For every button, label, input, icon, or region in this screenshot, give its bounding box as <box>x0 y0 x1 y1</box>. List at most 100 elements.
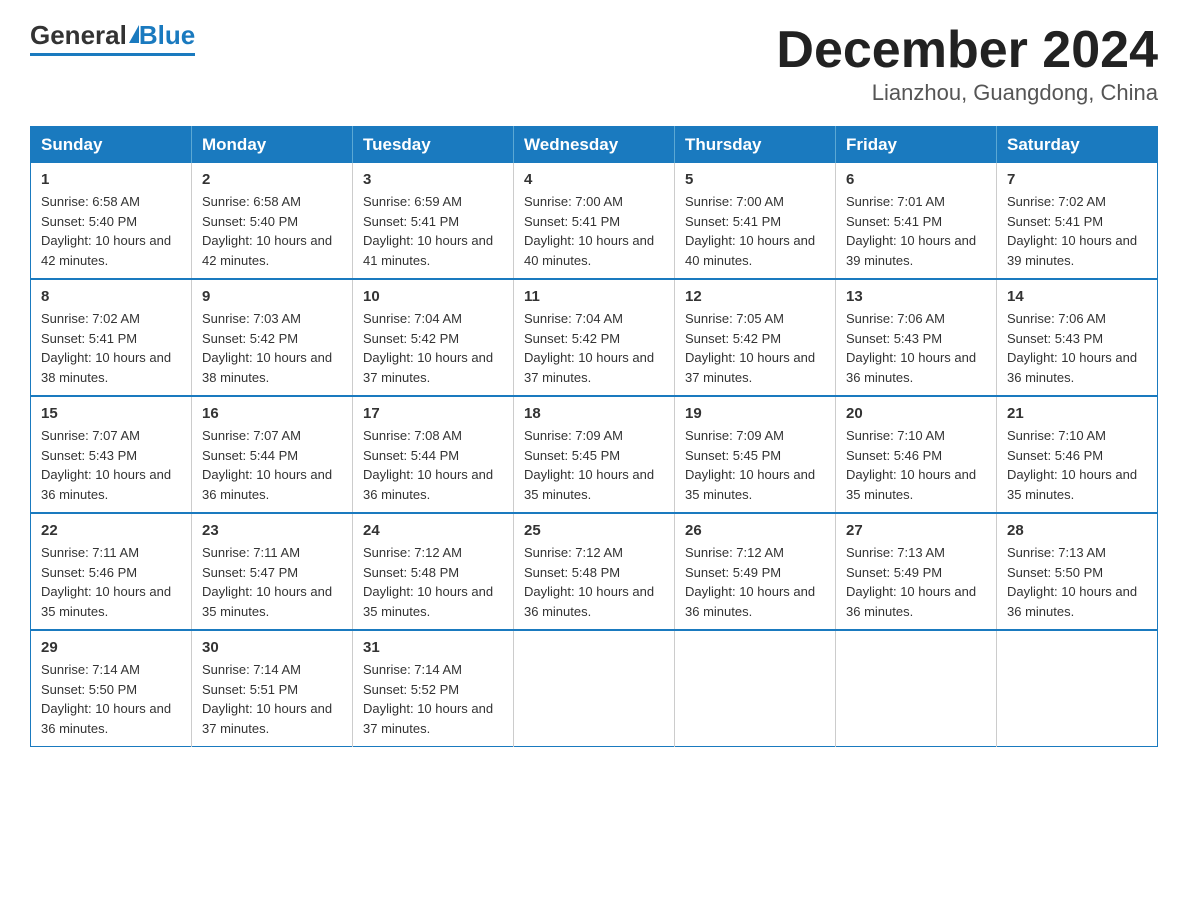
day-info: Sunrise: 7:14 AMSunset: 5:51 PMDaylight:… <box>202 662 332 736</box>
calendar-cell: 20 Sunrise: 7:10 AMSunset: 5:46 PMDaylig… <box>836 396 997 513</box>
day-number: 29 <box>41 639 181 656</box>
day-number: 31 <box>363 639 503 656</box>
calendar-cell: 24 Sunrise: 7:12 AMSunset: 5:48 PMDaylig… <box>353 513 514 630</box>
day-info: Sunrise: 7:08 AMSunset: 5:44 PMDaylight:… <box>363 428 493 502</box>
day-number: 27 <box>846 522 986 539</box>
title-area: December 2024 Lianzhou, Guangdong, China <box>776 20 1158 106</box>
day-number: 25 <box>524 522 664 539</box>
day-info: Sunrise: 6:58 AMSunset: 5:40 PMDaylight:… <box>41 194 171 268</box>
day-header-saturday: Saturday <box>997 127 1158 164</box>
day-number: 13 <box>846 288 986 305</box>
day-number: 30 <box>202 639 342 656</box>
calendar-cell: 23 Sunrise: 7:11 AMSunset: 5:47 PMDaylig… <box>192 513 353 630</box>
day-header-monday: Monday <box>192 127 353 164</box>
day-number: 4 <box>524 171 664 188</box>
calendar-cell: 18 Sunrise: 7:09 AMSunset: 5:45 PMDaylig… <box>514 396 675 513</box>
day-number: 28 <box>1007 522 1147 539</box>
day-info: Sunrise: 7:04 AMSunset: 5:42 PMDaylight:… <box>363 311 493 385</box>
calendar-cell: 6 Sunrise: 7:01 AMSunset: 5:41 PMDayligh… <box>836 163 997 279</box>
calendar-cell: 26 Sunrise: 7:12 AMSunset: 5:49 PMDaylig… <box>675 513 836 630</box>
day-info: Sunrise: 7:03 AMSunset: 5:42 PMDaylight:… <box>202 311 332 385</box>
day-info: Sunrise: 7:10 AMSunset: 5:46 PMDaylight:… <box>1007 428 1137 502</box>
calendar-week-row: 29 Sunrise: 7:14 AMSunset: 5:50 PMDaylig… <box>31 630 1158 747</box>
calendar-cell <box>514 630 675 747</box>
logo-blue-part: Blue <box>127 20 195 51</box>
calendar-cell: 29 Sunrise: 7:14 AMSunset: 5:50 PMDaylig… <box>31 630 192 747</box>
day-number: 16 <box>202 405 342 422</box>
calendar-cell: 13 Sunrise: 7:06 AMSunset: 5:43 PMDaylig… <box>836 279 997 396</box>
day-info: Sunrise: 7:13 AMSunset: 5:49 PMDaylight:… <box>846 545 976 619</box>
calendar-cell: 7 Sunrise: 7:02 AMSunset: 5:41 PMDayligh… <box>997 163 1158 279</box>
calendar-cell: 30 Sunrise: 7:14 AMSunset: 5:51 PMDaylig… <box>192 630 353 747</box>
day-number: 15 <box>41 405 181 422</box>
calendar-subtitle: Lianzhou, Guangdong, China <box>776 80 1158 106</box>
logo: General Blue <box>30 20 195 56</box>
calendar-cell: 2 Sunrise: 6:58 AMSunset: 5:40 PMDayligh… <box>192 163 353 279</box>
day-number: 26 <box>685 522 825 539</box>
calendar-title: December 2024 <box>776 20 1158 80</box>
calendar-table: SundayMondayTuesdayWednesdayThursdayFrid… <box>30 126 1158 747</box>
logo-blue-text: Blue <box>139 20 195 51</box>
calendar-week-row: 1 Sunrise: 6:58 AMSunset: 5:40 PMDayligh… <box>31 163 1158 279</box>
calendar-week-row: 22 Sunrise: 7:11 AMSunset: 5:46 PMDaylig… <box>31 513 1158 630</box>
day-info: Sunrise: 7:13 AMSunset: 5:50 PMDaylight:… <box>1007 545 1137 619</box>
day-info: Sunrise: 6:59 AMSunset: 5:41 PMDaylight:… <box>363 194 493 268</box>
day-number: 14 <box>1007 288 1147 305</box>
calendar-cell: 4 Sunrise: 7:00 AMSunset: 5:41 PMDayligh… <box>514 163 675 279</box>
day-number: 6 <box>846 171 986 188</box>
day-info: Sunrise: 7:05 AMSunset: 5:42 PMDaylight:… <box>685 311 815 385</box>
day-info: Sunrise: 7:00 AMSunset: 5:41 PMDaylight:… <box>685 194 815 268</box>
calendar-cell: 9 Sunrise: 7:03 AMSunset: 5:42 PMDayligh… <box>192 279 353 396</box>
calendar-cell: 27 Sunrise: 7:13 AMSunset: 5:49 PMDaylig… <box>836 513 997 630</box>
day-info: Sunrise: 7:14 AMSunset: 5:52 PMDaylight:… <box>363 662 493 736</box>
day-number: 1 <box>41 171 181 188</box>
calendar-cell: 17 Sunrise: 7:08 AMSunset: 5:44 PMDaylig… <box>353 396 514 513</box>
calendar-cell: 16 Sunrise: 7:07 AMSunset: 5:44 PMDaylig… <box>192 396 353 513</box>
day-info: Sunrise: 7:12 AMSunset: 5:49 PMDaylight:… <box>685 545 815 619</box>
day-number: 18 <box>524 405 664 422</box>
calendar-week-row: 8 Sunrise: 7:02 AMSunset: 5:41 PMDayligh… <box>31 279 1158 396</box>
day-number: 3 <box>363 171 503 188</box>
day-info: Sunrise: 7:12 AMSunset: 5:48 PMDaylight:… <box>524 545 654 619</box>
day-info: Sunrise: 6:58 AMSunset: 5:40 PMDaylight:… <box>202 194 332 268</box>
day-info: Sunrise: 7:07 AMSunset: 5:43 PMDaylight:… <box>41 428 171 502</box>
calendar-cell: 8 Sunrise: 7:02 AMSunset: 5:41 PMDayligh… <box>31 279 192 396</box>
calendar-cell <box>997 630 1158 747</box>
day-info: Sunrise: 7:07 AMSunset: 5:44 PMDaylight:… <box>202 428 332 502</box>
day-number: 23 <box>202 522 342 539</box>
logo-triangle-icon <box>129 25 139 43</box>
day-number: 17 <box>363 405 503 422</box>
day-number: 22 <box>41 522 181 539</box>
day-info: Sunrise: 7:14 AMSunset: 5:50 PMDaylight:… <box>41 662 171 736</box>
calendar-cell: 1 Sunrise: 6:58 AMSunset: 5:40 PMDayligh… <box>31 163 192 279</box>
day-number: 2 <box>202 171 342 188</box>
calendar-week-row: 15 Sunrise: 7:07 AMSunset: 5:43 PMDaylig… <box>31 396 1158 513</box>
day-info: Sunrise: 7:11 AMSunset: 5:47 PMDaylight:… <box>202 545 332 619</box>
day-info: Sunrise: 7:06 AMSunset: 5:43 PMDaylight:… <box>1007 311 1137 385</box>
day-number: 12 <box>685 288 825 305</box>
calendar-cell: 31 Sunrise: 7:14 AMSunset: 5:52 PMDaylig… <box>353 630 514 747</box>
calendar-cell: 25 Sunrise: 7:12 AMSunset: 5:48 PMDaylig… <box>514 513 675 630</box>
day-number: 24 <box>363 522 503 539</box>
day-info: Sunrise: 7:04 AMSunset: 5:42 PMDaylight:… <box>524 311 654 385</box>
calendar-cell: 19 Sunrise: 7:09 AMSunset: 5:45 PMDaylig… <box>675 396 836 513</box>
day-number: 9 <box>202 288 342 305</box>
day-info: Sunrise: 7:02 AMSunset: 5:41 PMDaylight:… <box>1007 194 1137 268</box>
day-info: Sunrise: 7:02 AMSunset: 5:41 PMDaylight:… <box>41 311 171 385</box>
calendar-cell: 14 Sunrise: 7:06 AMSunset: 5:43 PMDaylig… <box>997 279 1158 396</box>
calendar-cell: 3 Sunrise: 6:59 AMSunset: 5:41 PMDayligh… <box>353 163 514 279</box>
calendar-cell: 28 Sunrise: 7:13 AMSunset: 5:50 PMDaylig… <box>997 513 1158 630</box>
calendar-cell: 10 Sunrise: 7:04 AMSunset: 5:42 PMDaylig… <box>353 279 514 396</box>
calendar-cell: 11 Sunrise: 7:04 AMSunset: 5:42 PMDaylig… <box>514 279 675 396</box>
page-header: General Blue December 2024 Lianzhou, Gua… <box>30 20 1158 106</box>
day-info: Sunrise: 7:12 AMSunset: 5:48 PMDaylight:… <box>363 545 493 619</box>
day-header-sunday: Sunday <box>31 127 192 164</box>
day-number: 21 <box>1007 405 1147 422</box>
day-number: 20 <box>846 405 986 422</box>
calendar-cell <box>836 630 997 747</box>
calendar-cell: 15 Sunrise: 7:07 AMSunset: 5:43 PMDaylig… <box>31 396 192 513</box>
day-number: 11 <box>524 288 664 305</box>
day-info: Sunrise: 7:10 AMSunset: 5:46 PMDaylight:… <box>846 428 976 502</box>
calendar-cell <box>675 630 836 747</box>
calendar-cell: 12 Sunrise: 7:05 AMSunset: 5:42 PMDaylig… <box>675 279 836 396</box>
